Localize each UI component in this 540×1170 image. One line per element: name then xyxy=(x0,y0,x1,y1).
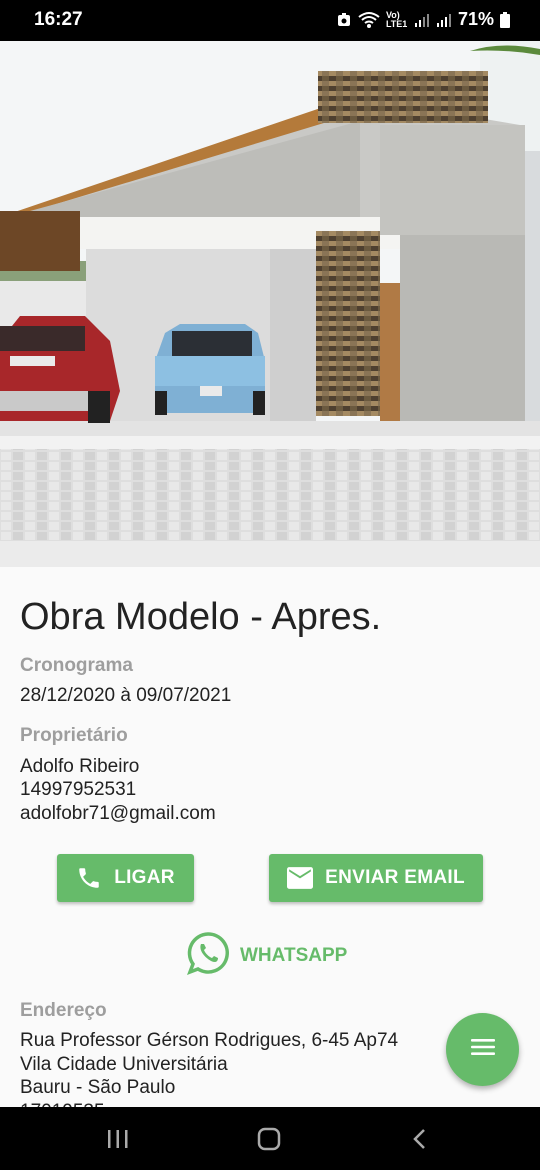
project-photo xyxy=(0,41,540,567)
call-button[interactable]: LIGAR xyxy=(57,854,194,902)
status-time: 16:27 xyxy=(34,9,83,30)
address-label: Endereço xyxy=(20,1000,107,1021)
signal-icon-2 xyxy=(436,13,451,27)
schedule-value: 28/12/2020 à 09/07/2021 xyxy=(20,685,232,706)
send-email-button-label: ENVIAR EMAIL xyxy=(325,867,465,888)
network-label: Vo) LTE1 xyxy=(385,9,408,29)
notification-icon xyxy=(337,12,350,26)
blue-car xyxy=(155,324,265,415)
owner-label: Proprietário xyxy=(20,725,128,746)
address-district: Vila Cidade Universitária xyxy=(20,1054,228,1075)
battery-percent: 71% xyxy=(457,9,494,29)
wifi-icon xyxy=(358,11,380,28)
schedule-label: Cronograma xyxy=(20,655,133,676)
back-button[interactable] xyxy=(400,1123,440,1155)
envelope-icon xyxy=(287,865,314,891)
house-rendering xyxy=(0,41,540,567)
back-icon xyxy=(413,1129,425,1149)
call-button-label: LIGAR xyxy=(114,867,175,888)
whatsapp-icon xyxy=(186,931,230,981)
owner-email: adolfobr71@gmail.com xyxy=(20,803,216,824)
whatsapp-button[interactable]: WHATSAPP xyxy=(186,931,347,981)
system-nav-bar xyxy=(0,1107,540,1170)
address-city: Bauru - São Paulo xyxy=(20,1077,176,1098)
whatsapp-label: WHATSAPP xyxy=(240,945,348,966)
menu-fab[interactable] xyxy=(446,1013,519,1086)
recent-apps-button[interactable] xyxy=(98,1123,138,1155)
menu-icon xyxy=(470,1038,496,1061)
address-street: Rua Professor Gérson Rodrigues, 6-45 Ap7… xyxy=(20,1030,399,1051)
battery-icon xyxy=(500,11,510,28)
recent-apps-icon xyxy=(108,1130,128,1148)
signal-icon xyxy=(414,13,429,27)
home-button[interactable] xyxy=(249,1123,289,1155)
phone-icon xyxy=(76,865,102,891)
status-icons: Vo) LTE1 71% xyxy=(336,9,510,30)
home-icon xyxy=(257,1127,281,1151)
owner-name: Adolfo Ribeiro xyxy=(20,756,140,777)
status-bar: 16:27 Vo) LTE1 71% xyxy=(0,0,540,41)
owner-phone: 14997952531 xyxy=(20,779,137,800)
send-email-button[interactable]: ENVIAR EMAIL xyxy=(269,854,483,902)
page-title: Obra Modelo - Apres. xyxy=(20,596,382,638)
